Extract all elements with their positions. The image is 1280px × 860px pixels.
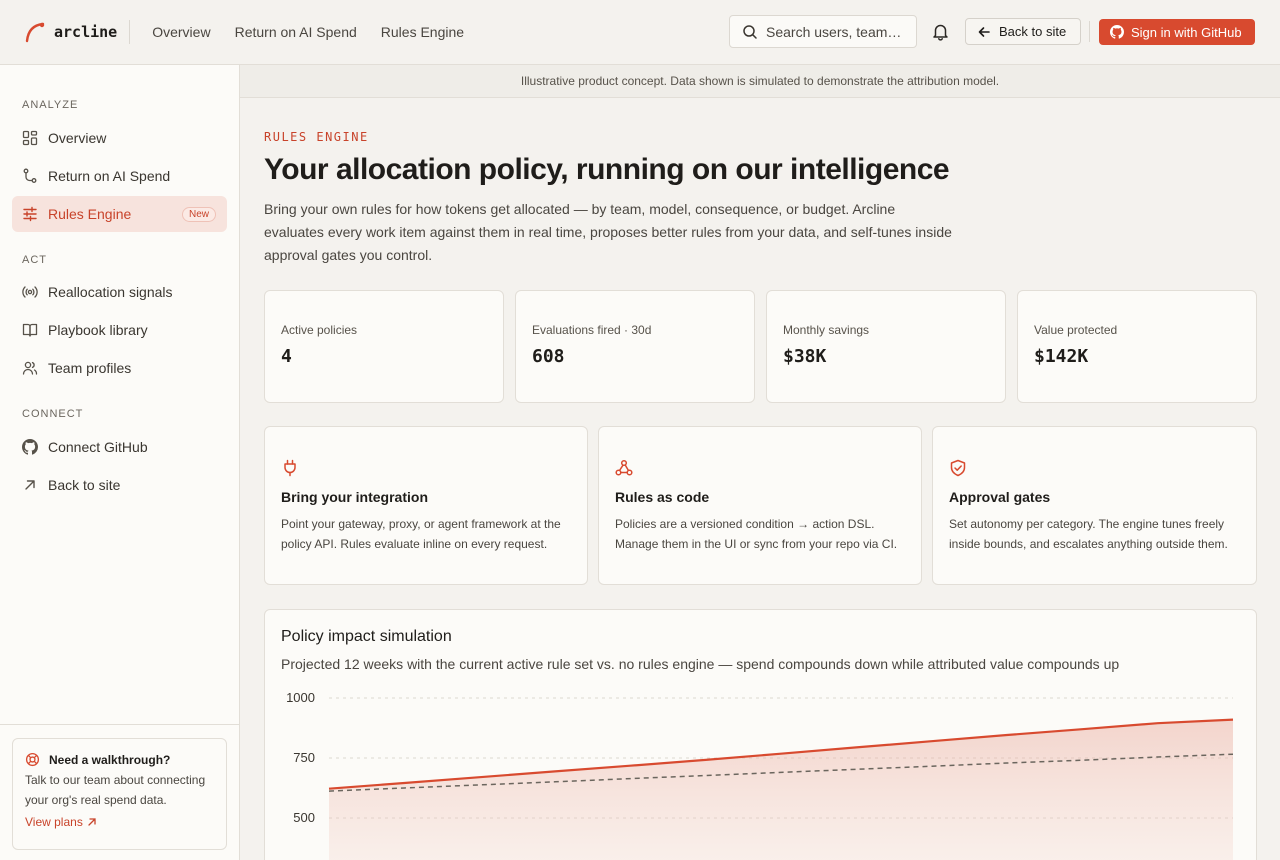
sidebar-section-connect: CONNECT <box>22 408 84 420</box>
back-to-site-button[interactable]: Back to site <box>965 18 1081 45</box>
sidebar-item-team-profiles[interactable]: Team profiles <box>12 350 227 386</box>
bell-icon[interactable] <box>931 22 950 41</box>
sidebar-item-label: Back to site <box>48 477 121 493</box>
feature-card-rules-as-code: Rules as code Policies are a versioned c… <box>598 426 922 585</box>
sidebar-item-label: Rules Engine <box>48 206 132 222</box>
github-icon <box>22 439 38 455</box>
arrow-up-right-icon <box>88 818 96 826</box>
sliders-icon <box>23 206 37 222</box>
sidebar-item-playbook-library[interactable]: Playbook library <box>12 312 227 348</box>
sidebar: ANALYZE Overview Return on AI Spend Rule… <box>0 65 240 860</box>
search-input[interactable]: Search users, teams… <box>729 15 917 48</box>
brand[interactable]: arcline <box>24 20 131 44</box>
sidebar-item-return-on-ai-spend[interactable]: Return on AI Spend <box>12 158 227 194</box>
stat-card-active-policies: Active policies 4 <box>264 290 504 403</box>
view-plans-label: View plans <box>25 815 83 829</box>
github-icon <box>1110 25 1124 39</box>
sidebar-item-label: Team profiles <box>48 360 132 376</box>
sign-in-github-label: Sign in with GitHub <box>1131 24 1242 40</box>
stat-value: 608 <box>532 346 565 367</box>
users-icon <box>22 361 38 375</box>
sidebar-item-connect-github[interactable]: Connect GitHub <box>12 429 227 465</box>
top-bar: arcline Overview Return on AI Spend Rule… <box>0 0 1280 65</box>
stat-card-value-protected: Value protected $142K <box>1017 290 1257 403</box>
feature-card-integration: Bring your integration Point your gatewa… <box>264 426 588 585</box>
stat-card-evaluations: Evaluations fired · 30d 608 <box>515 290 755 403</box>
back-to-site-label: Back to site <box>999 24 1067 39</box>
stat-card-monthly-savings: Monthly savings $38K <box>766 290 1006 403</box>
feature-card-approval-gates: Approval gates Set autonomy per category… <box>932 426 1257 585</box>
sidebar-item-label: Connect GitHub <box>48 439 148 455</box>
sidebar-item-label: Playbook library <box>48 322 148 338</box>
arrow-left-icon <box>978 26 990 37</box>
sidebar-item-rules-engine[interactable]: Rules Engine New <box>12 196 227 232</box>
plug-icon <box>284 459 296 477</box>
page-eyebrow: RULES ENGINE <box>264 130 369 144</box>
walkthrough-body: Talk to our team about connecting your o… <box>25 773 206 807</box>
stat-value: 4 <box>281 346 292 367</box>
page-description: Bring your own rules for how tokens get … <box>264 201 952 263</box>
search-placeholder: Search users, teams… <box>766 23 908 40</box>
sidebar-item-reallocation-signals[interactable]: Reallocation signals <box>12 274 227 310</box>
feature-body: Point your gateway, proxy, or agent fram… <box>281 517 561 551</box>
search-icon <box>743 24 757 39</box>
stat-value: $142K <box>1034 346 1089 367</box>
stat-label: Active policies <box>281 323 358 337</box>
chart-y-tick-label: 750 <box>293 750 315 765</box>
topnav-overview[interactable]: Overview <box>152 24 210 40</box>
sign-in-github-button[interactable]: Sign in with GitHub <box>1099 19 1255 45</box>
broadcast-icon <box>22 286 38 298</box>
dashboard-icon <box>22 130 38 146</box>
header-divider <box>1089 21 1090 42</box>
sidebar-section-act: ACT <box>22 254 47 266</box>
page-title: Your allocation policy, running on our i… <box>264 153 950 186</box>
feature-body: Policies are a versioned condition → act… <box>615 517 898 551</box>
chart-y-tick-label: 500 <box>293 810 315 825</box>
policy-impact-chart: 1000 750 500 <box>286 690 1234 860</box>
git-branch-icon <box>23 168 37 183</box>
topnav-return-on-ai-spend[interactable]: Return on AI Spend <box>235 24 357 40</box>
brand-name: arcline <box>54 23 118 41</box>
view-plans-link[interactable]: View plans <box>25 815 214 829</box>
feature-body: Set autonomy per category. The engine tu… <box>949 517 1228 551</box>
simulation-banner: Illustrative product concept. Data shown… <box>240 65 1280 98</box>
walkthrough-title: Need a walkthrough? <box>25 752 214 767</box>
book-icon <box>22 323 38 337</box>
sidebar-footer: Need a walkthrough? Talk to our team abo… <box>0 724 239 860</box>
sidebar-item-back-to-site[interactable]: Back to site <box>12 467 227 503</box>
topnav-rules-engine[interactable]: Rules Engine <box>381 24 464 40</box>
sidebar-item-label: Reallocation signals <box>48 284 173 300</box>
stat-label: Value protected <box>1034 323 1118 337</box>
sidebar-item-label: Overview <box>48 130 107 146</box>
stat-label: Monthly savings <box>783 323 870 337</box>
policy-impact-chart-card: Policy impact simulation Projected 12 we… <box>264 609 1257 860</box>
sidebar-section-analyze: ANALYZE <box>22 99 79 111</box>
top-nav: Overview Return on AI Spend Rules Engine <box>140 24 464 40</box>
chart-area-with-rules <box>329 719 1233 860</box>
lifebuoy-icon <box>25 752 40 767</box>
walkthrough-title-text: Need a walkthrough? <box>49 752 171 767</box>
stat-label: Evaluations fired · 30d <box>532 323 652 337</box>
feature-title: Approval gates <box>949 489 1051 505</box>
feature-title: Rules as code <box>615 489 710 505</box>
feature-title: Bring your integration <box>281 489 428 505</box>
new-badge: New <box>181 207 216 222</box>
sidebar-item-overview[interactable]: Overview <box>12 120 227 156</box>
arcline-logo-icon <box>25 22 45 43</box>
sidebar-item-label: Return on AI Spend <box>48 168 171 184</box>
webhook-icon <box>615 459 633 476</box>
walkthrough-card: Need a walkthrough? Talk to our team abo… <box>12 738 227 850</box>
arrow-up-right-icon <box>25 480 35 490</box>
stat-value: $38K <box>783 346 827 367</box>
shield-check-icon <box>950 459 966 477</box>
chart-y-tick-label: 1000 <box>286 690 315 705</box>
